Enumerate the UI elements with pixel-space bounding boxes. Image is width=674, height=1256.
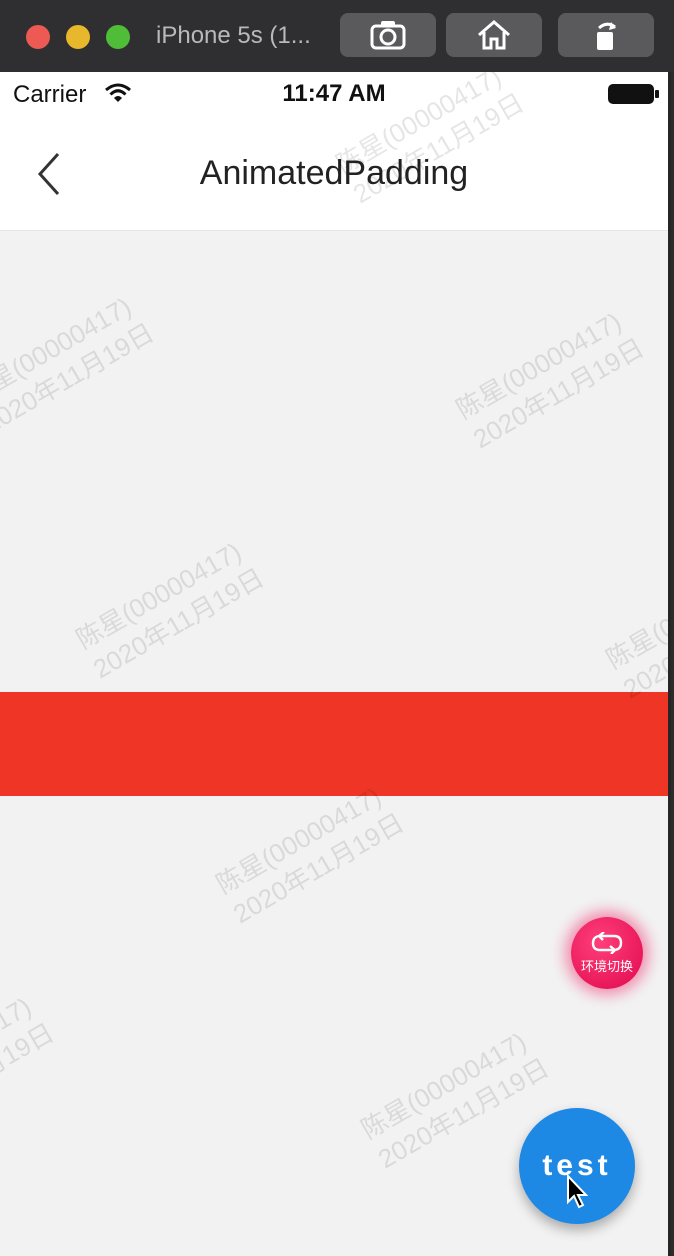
environment-switch-button[interactable]: 环境切换 <box>571 917 643 989</box>
home-button[interactable] <box>446 13 542 57</box>
rotate-icon <box>597 22 616 50</box>
window-title: iPhone 5s (1... <box>156 22 311 49</box>
close-window-button[interactable] <box>26 25 50 49</box>
screenshot-button[interactable] <box>340 13 436 57</box>
environment-switch-label: 环境切换 <box>580 958 633 974</box>
animated-padding-box <box>0 692 668 796</box>
zoom-window-button[interactable] <box>106 25 130 49</box>
status-bar: Carrier 11:47 AM <box>0 72 668 116</box>
rotate-button[interactable] <box>558 13 654 57</box>
switch-cycle-icon <box>591 931 623 954</box>
home-icon <box>478 20 510 50</box>
battery-icon <box>608 84 659 104</box>
device-screen: Carrier 11:47 AM AnimatedPadding 陈星(0000… <box>0 72 671 1256</box>
minimize-window-button[interactable] <box>66 25 90 49</box>
simulator-titlebar: iPhone 5s (1... <box>0 0 674 72</box>
screenshot-icon <box>370 21 406 50</box>
navigation-bar: AnimatedPadding <box>0 116 668 231</box>
status-time: 11:47 AM <box>282 80 386 107</box>
mouse-cursor-icon <box>567 1174 589 1209</box>
